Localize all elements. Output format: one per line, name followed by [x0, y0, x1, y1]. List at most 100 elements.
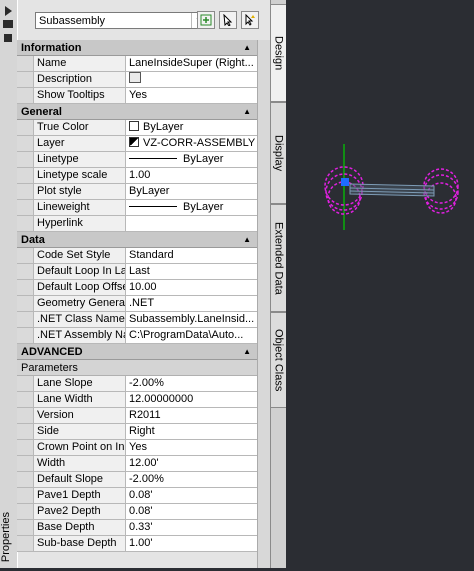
- prop-row-lane-slope[interactable]: Lane Slope -2.00%: [17, 376, 257, 392]
- prop-label: Side: [34, 424, 126, 439]
- property-grid: Information ▲ Name LaneInsideSuper (Right.…: [17, 40, 257, 552]
- prop-value[interactable]: [126, 216, 257, 231]
- prop-label: Hyperlink: [34, 216, 126, 231]
- prop-label: Lineweight: [34, 200, 126, 215]
- prop-label: Linetype scale: [34, 168, 126, 183]
- prop-label: Show Tooltips: [34, 88, 126, 103]
- prop-value[interactable]: Right: [126, 424, 257, 439]
- prop-label: .NET Assembly Na...: [34, 328, 126, 343]
- prop-value[interactable]: .NET: [126, 296, 257, 311]
- section-data-header[interactable]: Data ▲: [17, 232, 257, 248]
- prop-row-base-depth[interactable]: Base Depth 0.33': [17, 520, 257, 536]
- prop-value[interactable]: 12.00': [126, 456, 257, 471]
- tab-label: Display: [272, 134, 285, 172]
- prop-label: Linetype: [34, 152, 126, 167]
- prop-row-pave2-depth[interactable]: Pave2 Depth 0.08': [17, 504, 257, 520]
- section-advanced-header[interactable]: ADVANCED ▲: [17, 344, 257, 360]
- description-editor-icon[interactable]: [129, 72, 141, 83]
- tab-object-class[interactable]: Object Class: [271, 312, 287, 408]
- prop-row-linetype-scale[interactable]: Linetype scale 1.00: [17, 168, 257, 184]
- prop-row-name[interactable]: Name LaneInsideSuper (Right...: [17, 56, 257, 72]
- color-swatch-icon: [129, 121, 139, 131]
- prop-row-sub-base-depth[interactable]: Sub-base Depth 1.00': [17, 536, 257, 552]
- prop-value[interactable]: 0.33': [126, 520, 257, 535]
- prop-value[interactable]: 10.00: [126, 280, 257, 295]
- prop-value[interactable]: -2.00%: [126, 376, 257, 391]
- prop-value[interactable]: Last: [126, 264, 257, 279]
- prop-value[interactable]: -2.00%: [126, 472, 257, 487]
- prop-label: Geometry Generat...: [34, 296, 126, 311]
- prop-row-hyperlink[interactable]: Hyperlink: [17, 216, 257, 232]
- section-information-header[interactable]: Information ▲: [17, 40, 257, 56]
- section-general-header[interactable]: General ▲: [17, 104, 257, 120]
- object-type-select[interactable]: Subassembly ▼: [35, 12, 207, 29]
- tab-label: Object Class: [272, 328, 285, 392]
- prop-value[interactable]: ByLayer: [126, 120, 257, 135]
- collapse-caret-icon[interactable]: ▲: [243, 104, 251, 120]
- select-objects-button[interactable]: [219, 11, 237, 29]
- prop-row-layer[interactable]: Layer VZ-CORR-ASSEMBLY: [17, 136, 257, 152]
- prop-row-pave1-depth[interactable]: Pave1 Depth 0.08': [17, 488, 257, 504]
- toggle-pickadd-button[interactable]: [197, 11, 215, 29]
- subassembly-drawing[interactable]: [286, 0, 474, 568]
- prop-row-plot-style[interactable]: Plot style ByLayer: [17, 184, 257, 200]
- prop-value[interactable]: R2011: [126, 408, 257, 423]
- prop-label: Crown Point on In...: [34, 440, 126, 455]
- prop-label: Pave1 Depth: [34, 488, 126, 503]
- prop-row-default-loop-in[interactable]: Default Loop In La...Last: [17, 264, 257, 280]
- collapse-arrow-icon[interactable]: [5, 6, 12, 16]
- prop-value[interactable]: Subassembly.LaneInsid...: [126, 312, 257, 327]
- drawing-canvas[interactable]: [286, 0, 474, 568]
- collapse-caret-icon[interactable]: ▲: [243, 344, 251, 360]
- prop-row-net-class-name[interactable]: .NET Class Name Subassembly.LaneInsid...: [17, 312, 257, 328]
- tab-extended-data[interactable]: Extended Data: [271, 204, 287, 312]
- prop-value[interactable]: Yes: [126, 88, 257, 103]
- prop-row-side[interactable]: Side Right: [17, 424, 257, 440]
- collapse-caret-icon[interactable]: ▲: [243, 40, 251, 56]
- prop-value[interactable]: 1.00': [126, 536, 257, 551]
- palette-side-strip: Properties: [0, 0, 18, 568]
- property-grid-scrollbar[interactable]: [257, 40, 271, 568]
- prop-value[interactable]: ByLayer: [126, 152, 257, 167]
- prop-row-version[interactable]: Version R2011: [17, 408, 257, 424]
- prop-row-description[interactable]: Description: [17, 72, 257, 88]
- prop-row-crown-point[interactable]: Crown Point on In... Yes: [17, 440, 257, 456]
- attachment-grip-icon[interactable]: [341, 178, 349, 186]
- prop-row-net-assembly-name[interactable]: .NET Assembly Na...C:\ProgramData\Auto..…: [17, 328, 257, 344]
- prop-value[interactable]: ByLayer: [126, 184, 257, 199]
- prop-row-code-set-style[interactable]: Code Set Style Standard: [17, 248, 257, 264]
- prop-value[interactable]: 0.08': [126, 488, 257, 503]
- prop-value[interactable]: 1.00: [126, 168, 257, 183]
- prop-label: .NET Class Name: [34, 312, 126, 327]
- prop-row-geometry-generator[interactable]: Geometry Generat....NET: [17, 296, 257, 312]
- prop-row-default-slope[interactable]: Default Slope -2.00%: [17, 472, 257, 488]
- prop-value[interactable]: VZ-CORR-ASSEMBLY: [126, 136, 257, 151]
- prop-row-width[interactable]: Width 12.00': [17, 456, 257, 472]
- prop-label: Default Slope: [34, 472, 126, 487]
- prop-value[interactable]: C:\ProgramData\Auto...: [126, 328, 257, 343]
- tab-display[interactable]: Display: [271, 102, 287, 204]
- tab-label: Extended Data: [272, 221, 285, 295]
- parameters-subsection[interactable]: Parameters: [17, 360, 257, 376]
- prop-value[interactable]: ByLayer: [126, 200, 257, 215]
- layer-swatch-icon: [129, 137, 139, 147]
- section-title: ADVANCED: [21, 346, 83, 358]
- prop-value[interactable]: [126, 72, 257, 87]
- prop-row-default-loop-offset[interactable]: Default Loop Offse...10.00: [17, 280, 257, 296]
- prop-row-true-color[interactable]: True Color ByLayer: [17, 120, 257, 136]
- quick-select-button[interactable]: [241, 11, 259, 29]
- pickadd-icon: [200, 14, 212, 26]
- prop-value[interactable]: Standard: [126, 248, 257, 263]
- prop-row-lineweight[interactable]: Lineweight ByLayer: [17, 200, 257, 216]
- palette-menu-icon[interactable]: [3, 20, 13, 28]
- properties-menu-icon[interactable]: [4, 34, 12, 42]
- prop-row-lane-width[interactable]: Lane Width 12.00000000: [17, 392, 257, 408]
- prop-row-linetype[interactable]: Linetype ByLayer: [17, 152, 257, 168]
- prop-row-show-tooltips[interactable]: Show Tooltips Yes: [17, 88, 257, 104]
- prop-value[interactable]: LaneInsideSuper (Right...: [126, 56, 257, 71]
- collapse-caret-icon[interactable]: ▲: [243, 232, 251, 248]
- prop-value[interactable]: Yes: [126, 440, 257, 455]
- prop-value[interactable]: 12.00000000: [126, 392, 257, 407]
- tab-design[interactable]: Design: [271, 4, 287, 102]
- prop-value[interactable]: 0.08': [126, 504, 257, 519]
